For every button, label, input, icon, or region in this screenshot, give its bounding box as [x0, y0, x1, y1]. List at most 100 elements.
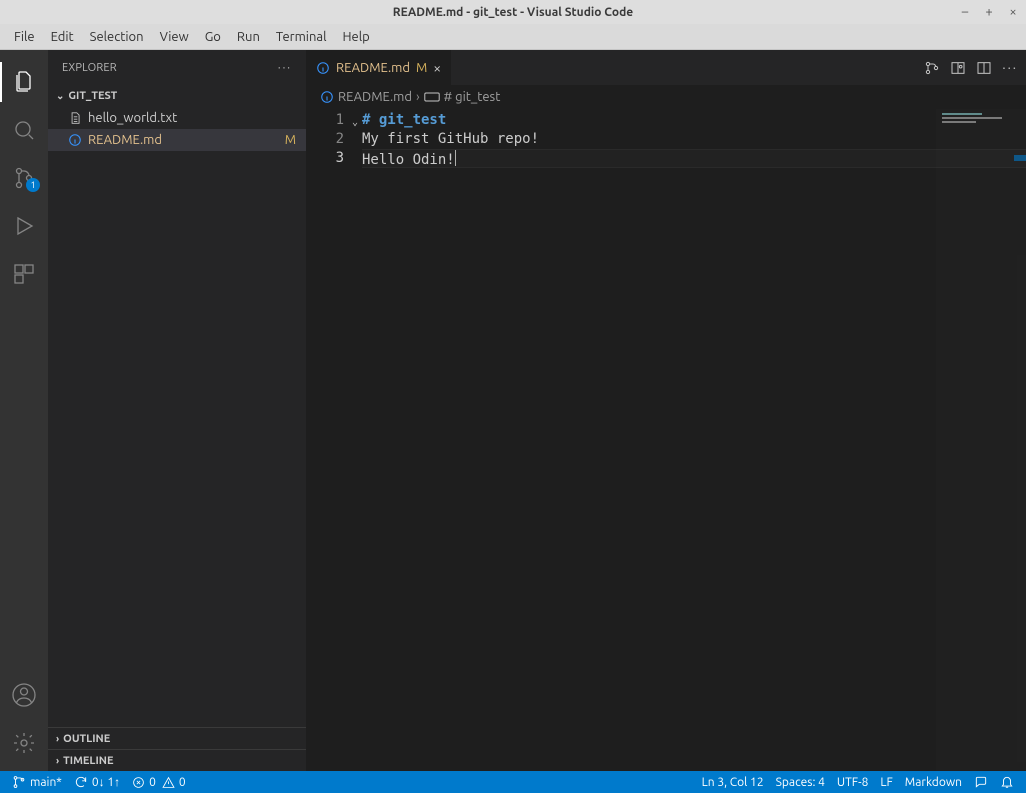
sync-icon: [74, 775, 88, 789]
gear-icon: [12, 731, 36, 755]
menu-file[interactable]: File: [6, 30, 43, 44]
markdown-symbol-icon: [424, 91, 440, 103]
statusbar: main* 0↓ 1↑ 0 0 Ln 3, Col 12 Spaces: 4 U…: [0, 771, 1026, 793]
close-icon[interactable]: ×: [1006, 5, 1020, 19]
git-branch-icon: [12, 775, 26, 789]
status-cursor-position[interactable]: Ln 3, Col 12: [696, 771, 770, 793]
status-eol[interactable]: LF: [874, 771, 898, 793]
menu-run[interactable]: Run: [229, 30, 268, 44]
section-timeline[interactable]: › TIMELINE: [48, 749, 306, 771]
split-editor-icon[interactable]: [976, 60, 992, 76]
menu-edit[interactable]: Edit: [43, 30, 82, 44]
status-notifications[interactable]: [994, 771, 1020, 793]
info-circle-icon: [316, 61, 330, 75]
sidebar-bottom: › OUTLINE › TIMELINE: [48, 727, 306, 771]
section-outline[interactable]: › OUTLINE: [48, 727, 306, 749]
extensions-icon: [12, 262, 36, 286]
file-label: README.md: [88, 133, 162, 147]
sidebar: EXPLORER ··· ⌄ GIT_TEST hello_world.txt …: [48, 50, 306, 771]
files-icon: [12, 70, 36, 94]
overview-mark: [1014, 155, 1026, 161]
info-circle-icon: [68, 133, 82, 147]
editor[interactable]: 1⌄ 2 3 # git_test My first GitHub repo! …: [306, 109, 1026, 771]
code-line-current[interactable]: Hello Odin!: [362, 149, 1026, 168]
error-icon: [132, 776, 145, 789]
activity-explorer[interactable]: [0, 58, 48, 106]
window-title: README.md - git_test - Visual Studio Cod…: [393, 6, 633, 19]
activity-search[interactable]: [0, 106, 48, 154]
menu-help[interactable]: Help: [334, 30, 377, 44]
window-controls: – + ×: [958, 0, 1020, 24]
activity-run-debug[interactable]: [0, 202, 48, 250]
os-titlebar: README.md - git_test - Visual Studio Cod…: [0, 0, 1026, 24]
breadcrumb-symbol[interactable]: # git_test: [444, 90, 501, 104]
status-branch[interactable]: main*: [6, 771, 68, 793]
activity-source-control[interactable]: 1: [0, 154, 48, 202]
line-number: 1⌄: [306, 111, 344, 130]
bell-icon: [1000, 775, 1014, 789]
sidebar-title: EXPLORER: [62, 62, 117, 74]
chevron-down-icon: ⌄: [56, 90, 64, 102]
menubar: File Edit Selection View Go Run Terminal…: [0, 24, 1026, 50]
editor-actions: ···: [924, 50, 1026, 85]
status-sync[interactable]: 0↓ 1↑: [68, 771, 126, 793]
search-icon: [12, 118, 36, 142]
account-icon: [12, 683, 36, 707]
minimize-icon[interactable]: –: [958, 5, 972, 19]
file-tree: hello_world.txt README.md M: [48, 107, 306, 151]
scm-badge: 1: [26, 178, 40, 192]
editor-more-icon[interactable]: ···: [1002, 61, 1018, 75]
status-feedback[interactable]: [968, 771, 994, 793]
warning-icon: [162, 776, 175, 789]
text-cursor: [455, 150, 456, 166]
code-area[interactable]: # git_test My first GitHub repo! Hello O…: [362, 109, 1026, 771]
open-preview-side-icon[interactable]: [950, 60, 966, 76]
status-language[interactable]: Markdown: [899, 771, 968, 793]
file-text-icon: [68, 111, 82, 125]
file-status: M: [285, 133, 296, 147]
status-indentation[interactable]: Spaces: 4: [770, 771, 831, 793]
sidebar-header: EXPLORER ···: [48, 50, 306, 85]
compare-changes-icon[interactable]: [924, 60, 940, 76]
chevron-right-icon: ›: [56, 733, 59, 744]
tab-label: README.md: [336, 61, 410, 75]
menu-terminal[interactable]: Terminal: [268, 30, 335, 44]
feedback-icon: [974, 775, 988, 789]
run-debug-icon: [12, 214, 36, 238]
tab-bar: README.md M × ···: [306, 50, 1026, 85]
line-number-current: 3: [306, 149, 344, 168]
maximize-icon[interactable]: +: [982, 5, 996, 19]
line-number: 2: [306, 130, 344, 149]
file-item-readme[interactable]: README.md M: [48, 129, 306, 151]
chevron-right-icon: ›: [416, 90, 420, 104]
menu-selection[interactable]: Selection: [82, 30, 152, 44]
chevron-right-icon: ›: [56, 755, 59, 766]
file-item-hello-world[interactable]: hello_world.txt: [48, 107, 306, 129]
file-label: hello_world.txt: [88, 111, 177, 125]
gutter: 1⌄ 2 3: [306, 109, 362, 771]
status-problems[interactable]: 0 0: [126, 771, 192, 793]
timeline-label: TIMELINE: [63, 755, 113, 767]
status-encoding[interactable]: UTF-8: [831, 771, 874, 793]
code-line[interactable]: My first GitHub repo!: [362, 130, 1026, 149]
tab-modified-status: M: [416, 61, 427, 75]
menu-go[interactable]: Go: [197, 30, 229, 44]
activity-extensions[interactable]: [0, 250, 48, 298]
breadcrumb[interactable]: README.md › # git_test: [306, 85, 1026, 109]
tab-readme[interactable]: README.md M ×: [306, 50, 452, 85]
explorer-root[interactable]: ⌄ GIT_TEST: [48, 85, 306, 107]
fold-chevron-icon[interactable]: ⌄: [352, 113, 358, 132]
info-circle-icon: [320, 90, 334, 104]
activitybar: 1: [0, 50, 48, 771]
overview-ruler[interactable]: [1012, 109, 1026, 771]
outline-label: OUTLINE: [63, 733, 110, 745]
activity-accounts[interactable]: [0, 671, 48, 719]
activity-settings[interactable]: [0, 719, 48, 767]
tab-close-icon[interactable]: ×: [433, 60, 441, 76]
workbench: 1 EXPLORER ··· ⌄ GIT_TEST: [0, 50, 1026, 771]
sidebar-more-icon[interactable]: ···: [278, 62, 292, 74]
code-line[interactable]: # git_test: [362, 111, 1026, 130]
menu-view[interactable]: View: [152, 30, 197, 44]
editor-group: README.md M × ··· README.md: [306, 50, 1026, 771]
breadcrumb-file[interactable]: README.md: [338, 90, 412, 104]
